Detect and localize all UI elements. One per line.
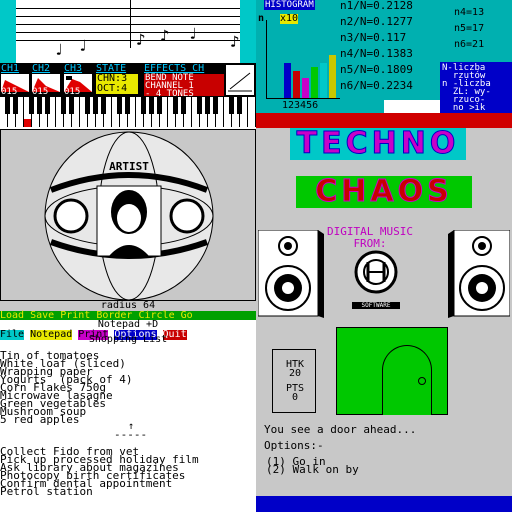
histogram-bar xyxy=(293,71,300,98)
ratio-line: n4/N=0.1383 xyxy=(340,47,413,60)
histogram-bar xyxy=(302,78,309,98)
chaos-word: CHAOS xyxy=(315,174,453,209)
note-icon: ♩ xyxy=(78,36,88,55)
svg-text:ARTIST: ARTIST xyxy=(109,160,149,173)
piano-black-key[interactable] xyxy=(197,97,202,114)
piano-black-key[interactable] xyxy=(181,97,186,114)
note-icon: ♪ xyxy=(136,30,146,49)
techno-banner: TECHNO xyxy=(290,126,466,161)
channel-1-label[interactable]: CH1 xyxy=(1,64,19,74)
histogram-n-label: n xyxy=(258,13,265,24)
piano-black-key[interactable] xyxy=(213,97,218,114)
channel-3-label[interactable]: CH3 xyxy=(64,64,82,74)
channel-3-value: 015 xyxy=(64,87,81,97)
histogram-axis: 123456 xyxy=(282,100,319,111)
piano-black-key[interactable] xyxy=(141,97,146,114)
piano-black-key[interactable] xyxy=(69,97,74,114)
option-walk-on[interactable]: (2) Walk on by xyxy=(266,464,359,475)
piano-black-key[interactable] xyxy=(5,97,10,114)
state-line: OCT:4 xyxy=(97,83,128,94)
options-label: Options:- xyxy=(264,439,324,452)
count-line: n6=21 xyxy=(454,39,485,50)
state-box: CHN:3 OCT:4 xyxy=(96,74,138,94)
todo-list: Collect Fido from vet Pick up processed h… xyxy=(0,446,256,497)
legend-panel: N-liczba rzutów n -liczba ZL: wy- rzuco-… xyxy=(440,62,512,113)
piano-black-key[interactable] xyxy=(29,97,34,114)
ratio-line: n5/N=0.1809 xyxy=(340,63,413,76)
pressed-key-marker xyxy=(24,119,31,127)
techno-word: TECHNO xyxy=(296,126,460,161)
piano-black-key[interactable] xyxy=(157,97,162,114)
histogram-title: HISTOGRAM xyxy=(264,0,315,10)
ratio-line: n1/N=0.2128 xyxy=(340,0,413,12)
staff-left-border xyxy=(0,0,16,63)
histogram-bar xyxy=(311,67,318,98)
count-line: n5=17 xyxy=(454,23,485,34)
note-icon: ♪ xyxy=(160,26,170,45)
note-icon: ♩ xyxy=(188,24,198,43)
note-icon: ♩ xyxy=(54,40,64,59)
piano-black-key[interactable] xyxy=(173,97,178,114)
legend-line: no >ik xyxy=(442,103,486,113)
piano-black-key[interactable] xyxy=(37,97,42,114)
piano-black-key[interactable] xyxy=(237,97,242,114)
histogram-bars xyxy=(270,20,342,98)
shopping-list: Tin of tomatoes White loaf (sliced) Wrappi… xyxy=(0,350,256,425)
count-panel: n4=13 n5=17 n6=21 xyxy=(440,0,512,62)
software-label: SOFTWARE xyxy=(352,302,400,309)
ratio-line: n3/N=0.117 xyxy=(340,31,407,44)
htk-value: 20 xyxy=(288,368,302,379)
pts-value: 0 xyxy=(291,392,299,403)
piano-black-key[interactable] xyxy=(205,97,210,114)
shopping-list-title: Shopping List xyxy=(88,334,168,345)
software-logo-icon xyxy=(354,250,398,294)
piano-black-key[interactable] xyxy=(101,97,106,114)
piano-black-key[interactable] xyxy=(61,97,66,114)
histogram-bar xyxy=(320,63,327,98)
note-icon: ♪ xyxy=(230,32,240,51)
scene-message: You see a door ahead... xyxy=(264,423,417,436)
piano-black-key[interactable] xyxy=(117,97,122,114)
digital-music-text: DIGITAL MUSIC xyxy=(326,225,414,238)
channel-2-label[interactable]: CH2 xyxy=(32,64,50,74)
effects-box: BEND NOTE CHANNEL 1 - 4 TONES xyxy=(144,74,224,99)
histogram-bar xyxy=(284,63,291,98)
music-staff: ♩ ♩ ♪ ♪ ♩ ♪ xyxy=(0,0,256,63)
chaos-banner: CHAOS xyxy=(296,174,472,209)
status-bar xyxy=(256,496,512,512)
ratio-stats: n1/N=0.2128 n2/N=0.1277 n3/N=0.117 n4/N=… xyxy=(340,0,440,100)
piano-white-key[interactable] xyxy=(248,97,256,127)
count-line: n4=13 xyxy=(454,7,485,18)
from-text: FROM: xyxy=(353,237,387,250)
piano-black-key[interactable] xyxy=(149,97,154,114)
piano-black-key[interactable] xyxy=(45,97,50,114)
piano-black-key[interactable] xyxy=(85,97,90,114)
piano-black-key[interactable] xyxy=(125,97,130,114)
staff-right-border xyxy=(240,0,256,63)
piano-black-key[interactable] xyxy=(229,97,234,114)
tempo-dial[interactable] xyxy=(226,65,254,95)
channel-1-value: 015 xyxy=(1,87,18,97)
player-stats: HTK 20 PTS 0 xyxy=(272,349,316,413)
channel-2-value: 015 xyxy=(32,87,49,97)
histogram-bar xyxy=(329,55,336,98)
list-divider: ----- xyxy=(114,428,148,441)
right-speaker-icon xyxy=(448,230,510,318)
piano-black-key[interactable] xyxy=(13,97,18,114)
drawing-canvas[interactable]: ARTIST xyxy=(0,129,256,301)
ratio-line: n2/N=0.1277 xyxy=(340,15,413,28)
door-knob-icon xyxy=(418,377,426,385)
ratio-line: n6/N=0.2234 xyxy=(340,79,413,92)
piano-keyboard[interactable] xyxy=(0,97,256,129)
piano-black-key[interactable] xyxy=(93,97,98,114)
